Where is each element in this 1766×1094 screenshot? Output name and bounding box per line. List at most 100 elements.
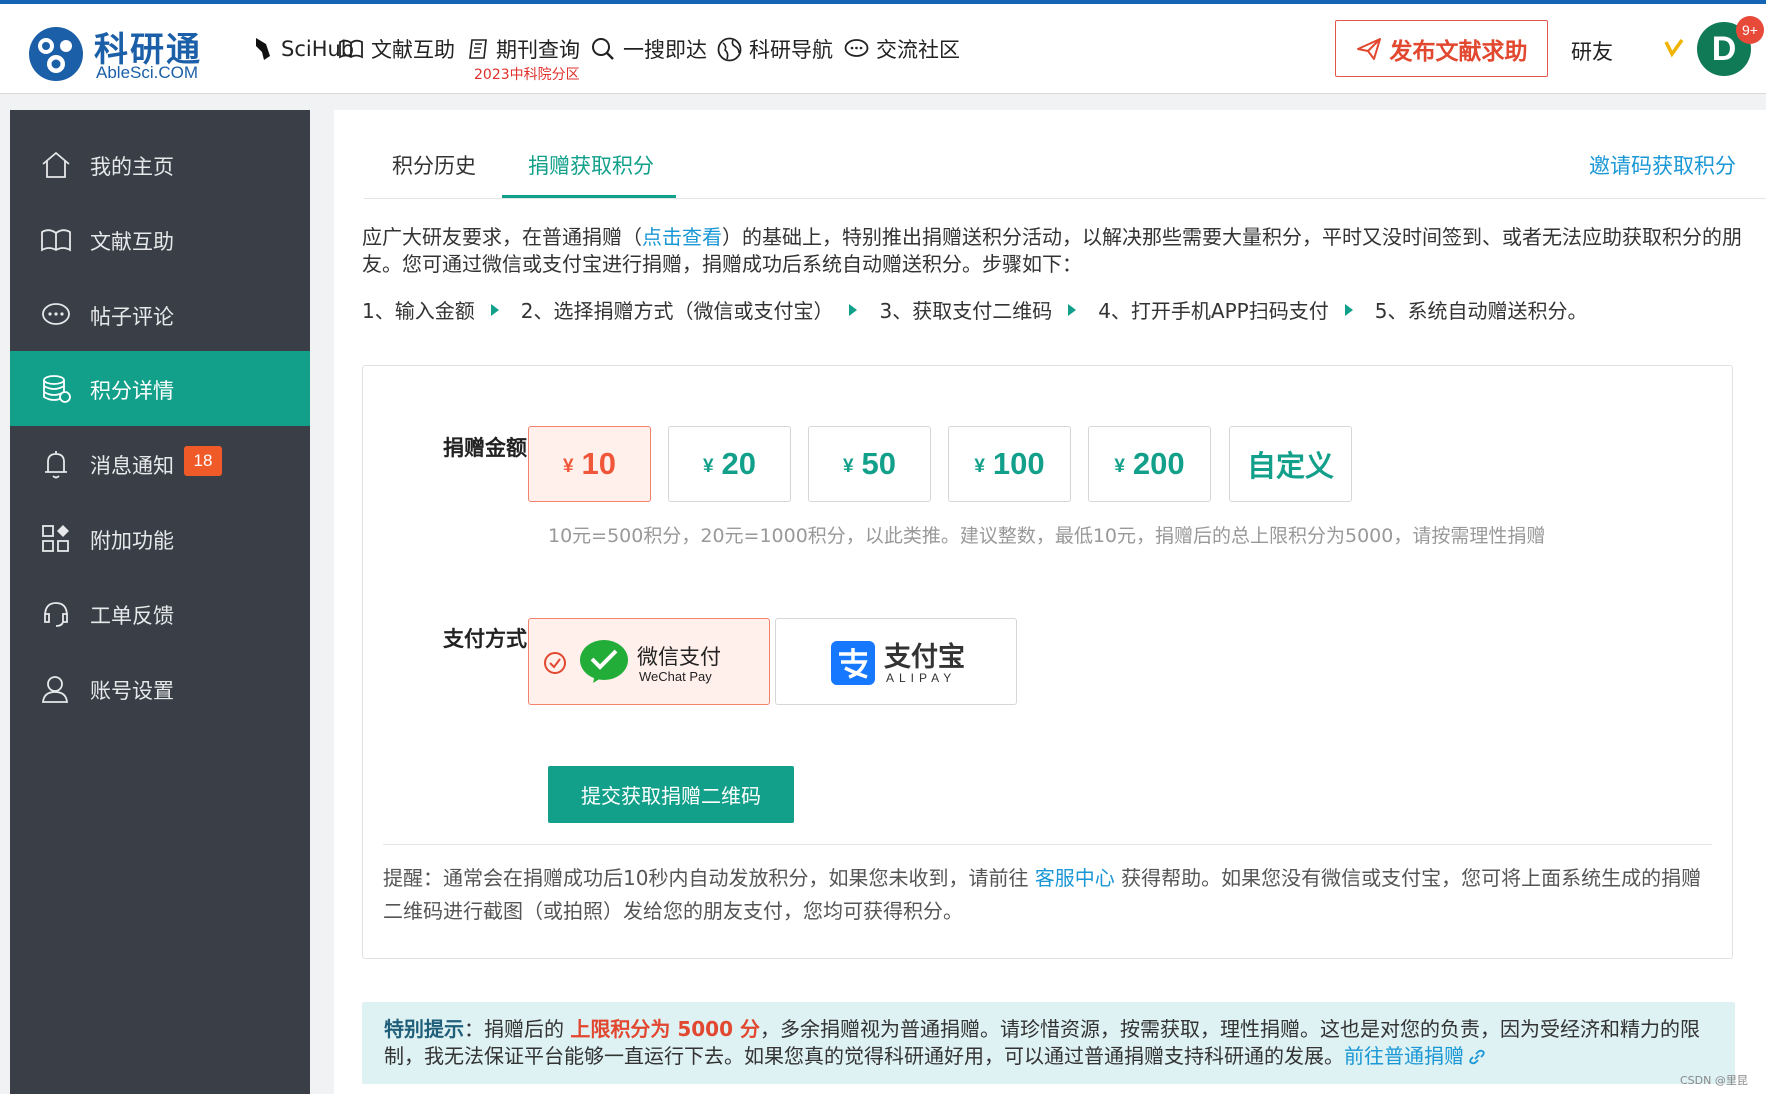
donation-form: 捐赠金额 ¥10 ¥20 ¥50 ¥100 ¥200 自定义 10元=500积分… [362,365,1733,959]
alipay-icon [831,641,875,685]
sidebar-item-label: 工单反馈 [90,604,174,628]
amount-option-20[interactable]: ¥20 [668,426,791,502]
top-header: 科研通 AbleSci.COM SciHub 文献互助 期刊查询 2023中科院… [0,4,1766,94]
amount-value: 100 [992,446,1045,481]
reminder-text: 提醒：通常会在捐赠成功后10秒内自动发放积分，如果您未收到，请前往 客服中心 获… [383,862,1713,928]
view-normal-donation-link[interactable]: 点击查看 [642,225,722,249]
sidebar-item-messages[interactable]: 消息通知 18 [10,426,310,501]
special-notice: 特别提示：捐赠后的 上限积分为 5000 分，多余捐赠视为普通捐赠。请珍惜资源，… [362,1002,1735,1084]
intro-part1: 应广大研友要求，在普通捐赠（ [362,225,642,249]
user-icon [42,676,68,703]
amount-option-50[interactable]: ¥50 [808,426,931,502]
sidebar-item-label: 文献互助 [90,230,174,254]
publish-request-button[interactable]: 发布文献求助 [1335,20,1548,77]
tab-divider [364,198,1766,199]
amount-value: 10 [581,446,617,481]
notification-badge: 9+ [1736,16,1764,44]
invite-code-link[interactable]: 邀请码获取积分 [1589,150,1736,180]
sidebar-item-label: 积分详情 [90,379,174,403]
user-role-label[interactable]: 研友 [1571,36,1613,66]
sidebar-item-comments[interactable]: 帖子评论 [10,277,310,352]
amount-option-10[interactable]: ¥10 [528,426,651,502]
amount-option-200[interactable]: ¥200 [1088,426,1211,502]
apps-icon [42,525,69,552]
submit-qrcode-button[interactable]: 提交获取捐赠二维码 [548,766,794,823]
step-arrow-icon [849,303,858,316]
link-icon [1469,1049,1485,1065]
tab-points-history[interactable]: 积分历史 [392,150,476,180]
send-icon [1356,37,1381,60]
reminder-part1: 提醒：通常会在捐赠成功后10秒内自动发放积分，如果您未收到，请前往 [383,866,1035,890]
step-4: 4、打开手机APP扫码支付 [1098,299,1329,323]
logo-icon [29,27,83,81]
home-icon [42,151,70,178]
sidebar: 我的主页 文献互助 帖子评论 积分详情 消息通知 18 附加功能 工单反馈 账号… [10,110,310,1094]
sidebar-item-addons[interactable]: 附加功能 [10,501,310,576]
amount-option-100[interactable]: ¥100 [948,426,1071,502]
amount-option-custom[interactable]: 自定义 [1229,426,1352,502]
nav-journal-sub[interactable]: 2023中科院分区 [474,64,580,84]
card-divider [383,844,1712,845]
sidebar-item-points[interactable]: 积分详情 [10,351,310,426]
sidebar-item-label: 帖子评论 [90,305,174,329]
amount-label: 捐赠金额 [443,436,527,460]
pay-option-wechat[interactable]: 微信支付 WeChat Pay [528,618,770,705]
step-2: 2、选择捐赠方式（微信或支付宝） [520,299,834,323]
notice-part1: 捐赠后的 [484,1017,571,1041]
sidebar-item-home[interactable]: 我的主页 [10,127,310,202]
database-icon [43,375,71,403]
pay-option-alipay[interactable]: 支付宝 ALIPAY [775,618,1017,705]
sidebar-item-tickets[interactable]: 工单反馈 [10,576,310,651]
step-1: 1、输入金额 [362,299,475,323]
step-arrow-icon [1344,303,1353,316]
notice-title: 特别提示 [384,1017,464,1041]
site-logo[interactable]: 科研通 AbleSci.COM [28,22,218,84]
sidebar-item-label: 附加功能 [90,529,174,553]
watermark: CSDN @里昆 [1680,1074,1748,1087]
vip-icon [1664,38,1684,58]
step-3: 3、获取支付二维码 [879,299,1053,323]
amount-value: 50 [861,446,897,481]
alipay-cn: 支付宝 [884,642,965,673]
nav-label: 期刊查询 [496,38,580,62]
sidebar-item-label: 我的主页 [90,155,174,179]
nav-journal[interactable]: 期刊查询 [467,32,580,66]
raven-icon [256,38,270,60]
nav-label: 一搜即达 [623,38,707,62]
globe-icon [717,37,742,61]
step-arrow-icon [1068,303,1077,316]
service-center-link[interactable]: 客服中心 [1035,866,1115,890]
nav-label: 科研导航 [749,38,833,62]
nav-search[interactable]: 一搜即达 [590,32,707,66]
nav-wenxian[interactable]: 文献互助 [338,32,455,66]
step-5: 5、系统自动赠送积分。 [1374,299,1588,323]
headset-icon [44,602,68,627]
step-arrow-icon [490,303,499,316]
nav-community[interactable]: 交流社区 [844,32,960,66]
wechat-pay-cn: 微信支付 [637,645,721,669]
comment-icon [42,303,70,325]
wechat-pay-icon [580,640,628,683]
search-icon [592,38,614,60]
check-circle-icon [544,652,566,674]
amount-value: 20 [721,446,757,481]
currency-symbol: ¥ [1114,456,1125,477]
sidebar-item-wenxian[interactable]: 文献互助 [10,202,310,277]
book-icon [339,39,363,59]
sidebar-item-account[interactable]: 账号设置 [10,651,310,726]
tab-donate-points[interactable]: 捐赠获取积分 [528,150,654,180]
currency-symbol: ¥ [702,456,714,477]
notice-colon: ： [464,1017,484,1041]
normal-donation-link[interactable]: 前往普通捐赠 [1344,1044,1464,1068]
notice-highlight: 上限积分为 5000 分 [570,1017,760,1041]
nav-label: 文献互助 [371,38,455,62]
wechat-pay-en: WeChat Pay [639,669,712,684]
message-count-badge: 18 [184,446,222,476]
sidebar-item-label: 账号设置 [90,679,174,703]
currency-symbol: ¥ [842,456,854,477]
logo-text-en: AbleSci.COM [96,63,199,82]
nav-guide[interactable]: 科研导航 [717,32,833,66]
currency-symbol: ¥ [974,456,985,477]
amount-hint: 10元=500积分，20元=1000积分，以此类推。建议整数，最低10元，捐赠后… [548,525,1546,547]
alipay-en: ALIPAY [886,671,957,685]
